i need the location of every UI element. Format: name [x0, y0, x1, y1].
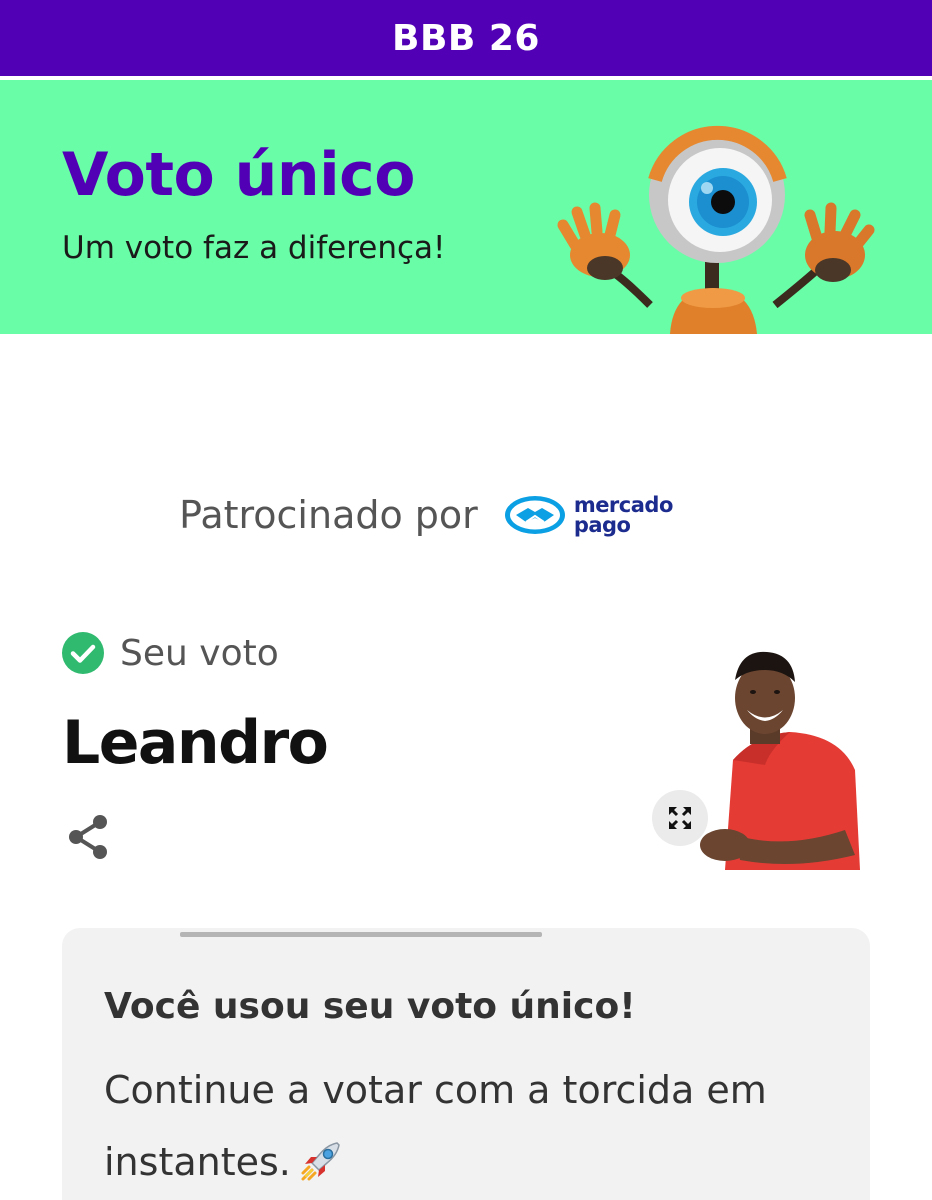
- app-title: BBB 26: [392, 17, 540, 59]
- expand-photo-button[interactable]: [652, 790, 708, 846]
- vote-status: Seu voto: [62, 632, 279, 674]
- hero-banner: Voto único Um voto faz a diferença!: [0, 80, 932, 334]
- vote-status-label: Seu voto: [120, 632, 279, 674]
- check-circle-icon: [62, 632, 104, 674]
- card-title: Você usou seu voto único!: [104, 986, 636, 1027]
- candidate-name: Leandro: [62, 708, 329, 778]
- share-icon[interactable]: [64, 812, 112, 862]
- brand-line-2: pago: [573, 513, 631, 537]
- card-body: Continue a votar com a torcida em instan…: [104, 1054, 824, 1198]
- handshake-icon: [504, 496, 565, 534]
- expand-icon: [669, 807, 691, 829]
- hero-subtitle: Um voto faz a diferença!: [62, 230, 446, 266]
- sponsor-banner: Patrocinado por mercado pago: [0, 480, 932, 550]
- candidate-photo: [700, 651, 860, 870]
- card-drag-handle[interactable]: [180, 932, 542, 937]
- big-brother-eye-mascot-icon: [557, 125, 875, 334]
- top-bar: BBB 26: [0, 0, 932, 76]
- mercado-pago-wordmark: mercado pago: [573, 493, 674, 537]
- brand-line-1: mercado: [573, 493, 674, 517]
- hero-title: Voto único: [62, 140, 415, 210]
- rocket-icon: [301, 1141, 340, 1180]
- info-card: Você usou seu voto único! Continue a vot…: [62, 928, 870, 1200]
- card-body-text: Continue a votar com a torcida em instan…: [104, 1068, 767, 1184]
- sponsor-label: Patrocinado por: [179, 493, 478, 537]
- mercado-pago-logo[interactable]: mercado pago: [504, 494, 673, 536]
